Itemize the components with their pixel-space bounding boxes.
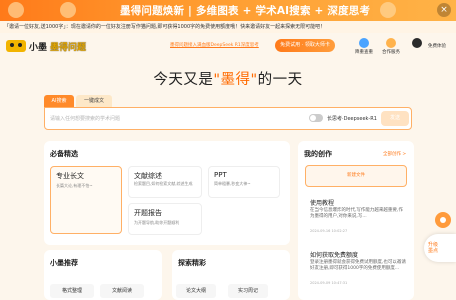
tag-format[interactable]: 格式整理 [50, 284, 94, 298]
essentials-title: 必备精选 [50, 150, 78, 158]
gift-icon [386, 38, 396, 48]
gift-icon [60, 2, 76, 18]
new-file-button[interactable]: 新建文件 [305, 165, 407, 187]
tag-outline[interactable]: 论文大纲 [176, 284, 216, 298]
promo-banner[interactable]: 墨得问题焕新 | 多维图表 + 学术AI搜索 + 深度思考 × [0, 0, 456, 21]
card-title: 文献综述 [134, 172, 162, 180]
partner-service-label: 合作服务 [382, 50, 400, 55]
deep-think-label: 长思考·Deepseek-R1 [327, 116, 377, 122]
card-desc: 检索题目,如何检索文献,综述生成 [134, 181, 193, 186]
card-literature-review[interactable]: 文献综述 检索题目,如何检索文献,综述生成 [128, 166, 202, 198]
card-desc: 简单粗暴,秒变大神~ [214, 181, 251, 186]
title-prefix: 今天又是 [153, 72, 214, 88]
gift-icon [8, 2, 24, 18]
logo-brand: 墨得问题 [50, 42, 87, 53]
card-proposal[interactable]: 开题报告 为开题导航,助你开题顺利 [128, 203, 202, 235]
plagiarism-check-button[interactable]: 降重查重 [352, 38, 376, 55]
all-creations-link[interactable]: 全部创作 > [383, 151, 406, 157]
my-creations-title: 我的创作 [304, 150, 332, 158]
banner-text: 墨得问题焕新 | 多维图表 + 学术AI搜索 + 深度思考 [120, 5, 371, 17]
avatar-icon [412, 38, 422, 48]
deep-think-toggle[interactable] [309, 114, 323, 122]
search-placeholder: 请输入任何想要搜索的学术问题 [50, 116, 121, 122]
card-desc: 长篇大论,有理不怕~ [56, 183, 93, 188]
header: 小墨 墨得问题 墨得问题接入满血版DeepSeek R1深度思考 免费试用 · … [0, 33, 456, 59]
card-desc: 为开题导航,助你开题顺利 [134, 220, 180, 225]
upgrade-label: 升级 墨点 [428, 242, 439, 254]
logo-icon [6, 40, 26, 52]
tab-ai-search[interactable]: AI搜索 [44, 95, 74, 107]
plagiarism-check-label: 降重查重 [355, 50, 373, 55]
card-title: 专业长文 [56, 172, 84, 180]
recommend-title: 小墨推荐 [50, 259, 78, 267]
tag-internship-journal[interactable]: 实习周记 [228, 284, 268, 298]
item-title: 如何获取免费额度 [310, 252, 359, 259]
item-title: 使用教程 [310, 200, 335, 207]
card-title: 开题报告 [134, 209, 162, 217]
deepseek-link[interactable]: 墨得问题接入满血版DeepSeek R1深度思考 [170, 42, 259, 48]
shield-icon [359, 38, 369, 48]
item-date: 2024-09-16 10:02:27 [310, 229, 348, 233]
explore-panel: 探索精彩 论文大纲 实习周记 [172, 250, 290, 300]
upgrade-button[interactable]: 升级 墨点 [424, 234, 456, 262]
logo-text: 小墨 [29, 42, 48, 53]
title-highlight: "墨得" [213, 72, 258, 88]
recommend-panel: 小墨推荐 格式整理 文献阅读 [44, 250, 162, 300]
card-ppt[interactable]: PPT 简单粗暴,秒变大神~ [208, 166, 280, 198]
invite-notice: 「邀请一位好友,送1000字」：现在邀请你的一位好友注册写作猫问题,即可获得10… [0, 21, 456, 33]
search-input[interactable]: 请输入任何想要搜索的学术问题 长思考·Deepseek-R1 发送 [44, 107, 412, 130]
title-suffix: 的一天 [257, 72, 303, 88]
item-date: 2024-09-09 10:47:31 [310, 281, 348, 285]
close-icon[interactable]: × [437, 3, 451, 17]
send-button[interactable]: 发送 [381, 111, 409, 126]
card-title: PPT [214, 171, 227, 179]
avatar[interactable] [405, 38, 429, 48]
free-trial-label[interactable]: 免费体验 [428, 43, 446, 49]
tab-one-click[interactable]: 一键成文 [76, 95, 112, 107]
essentials-panel: 必备精选 专业长文 长篇大论,有理不怕~ 文献综述 检索题目,如何检索文献,综述… [44, 141, 290, 245]
free-trial-button[interactable]: 免费试用 · 领取大师卡 [275, 39, 335, 52]
assistant-icon[interactable] [435, 212, 451, 228]
item-desc: 在当今信息爆炸的时代,写作能力越来越重要,作为墨得的用户,对你来说,写... [310, 208, 403, 219]
partner-service-button[interactable]: 合作服务 [379, 38, 403, 55]
page-title: 今天又是"墨得"的一天 [0, 68, 456, 89]
tag-literature-reading[interactable]: 文献阅读 [100, 284, 144, 298]
explore-title: 探索精彩 [178, 259, 206, 267]
gift-icon [380, 2, 396, 18]
card-long-text[interactable]: 专业长文 长篇大论,有理不怕~ [50, 166, 122, 234]
logo[interactable]: 小墨 墨得问题 [6, 39, 86, 53]
item-desc: 登录注册墨得就会获得免费试用额度,也可以邀请好友注册,即可获得1000字的免费使… [310, 260, 406, 271]
